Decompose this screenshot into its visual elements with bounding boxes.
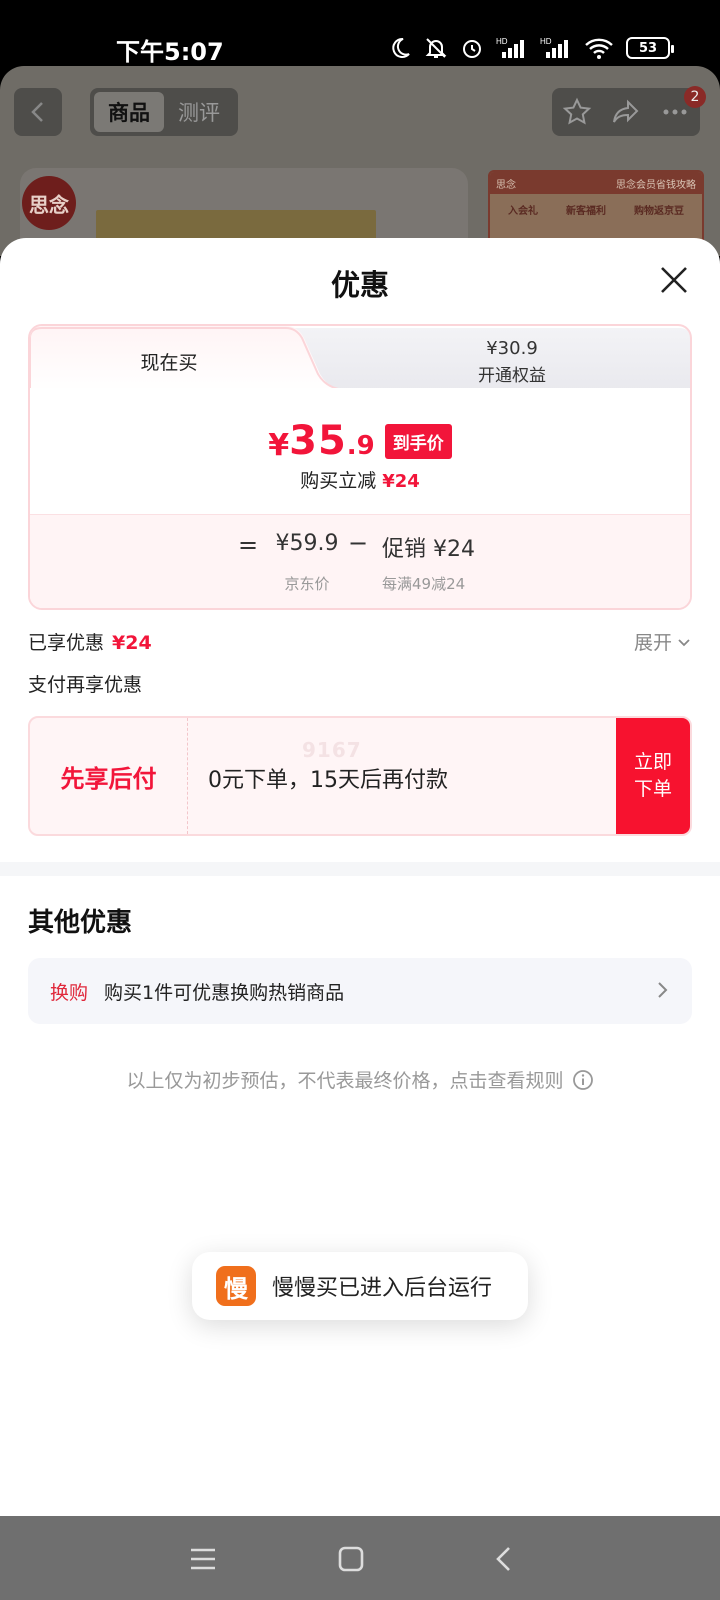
instant-discount-amount: ¥24: [382, 471, 420, 492]
wifi-icon: [585, 38, 613, 59]
instant-discount-label: 购买立减: [300, 470, 377, 492]
order-now-button[interactable]: 立即下单: [616, 718, 690, 834]
back-triangle-icon: [496, 1547, 510, 1571]
promo-item: 购物返京豆: [634, 206, 684, 217]
svg-text:HD: HD: [540, 37, 552, 46]
buy-now-pay-later-card[interactable]: 先享后付 9167 0元下单，15天后再付款 立即下单: [28, 716, 692, 836]
back-nav-button[interactable]: [478, 1534, 528, 1584]
moon-icon: [392, 37, 410, 58]
swap-purchase-item[interactable]: 换购 购买1件可优惠换购热销商品: [28, 958, 692, 1024]
promo-banner-header: 思念 思念会员省钱攻略: [490, 172, 702, 194]
disclaimer-text: 以上仅为初步预估，不代表最终价格，点击查看规则: [126, 1070, 564, 1092]
menu-button[interactable]: [178, 1534, 228, 1584]
notification-badge: 2: [684, 86, 706, 108]
background-product-page: 商品 测评 2 思念 思念 思念会员省钱攻略 入会礼 新客福利 购物返京豆: [0, 66, 720, 256]
manmanmai-app-icon: 慢: [216, 1266, 256, 1306]
toast-text: 慢慢买已进入后台运行: [272, 1276, 493, 1301]
promo-header-text: 思念会员省钱攻略: [616, 179, 696, 191]
promo-item: 入会礼: [508, 206, 538, 217]
swap-tag: 换购: [50, 982, 89, 1004]
chevron-left-icon: [31, 102, 43, 122]
sheet-title: 优惠: [330, 268, 389, 302]
promo-items: 入会礼 新客福利 购物返京豆: [490, 194, 702, 225]
promo-discount: 促销 ¥24: [382, 537, 475, 562]
price-currency: ¥: [268, 427, 290, 463]
price-integer: 35: [289, 418, 347, 464]
brand-logo: 思念: [22, 176, 76, 230]
system-nav-bar: [0, 1516, 720, 1600]
share-icon[interactable]: [611, 97, 641, 127]
signal-hd-icon: HD: [496, 37, 524, 58]
price-card: ¥30.9 开通权益 现在买 ¥ 35 .9 到手价 购买立减¥24 = ¥5: [28, 324, 692, 610]
final-price-tag: 到手价: [384, 423, 452, 459]
swap-description: 购买1件可优惠换购热销商品: [104, 982, 345, 1004]
jd-price-label: 京东价: [284, 575, 330, 593]
bnpl-description: 0元下单，15天后再付款: [208, 768, 448, 793]
bnpl-title: 先享后付: [30, 718, 188, 834]
info-icon: [572, 1069, 593, 1090]
chevron-right-icon: [658, 982, 668, 998]
price-decimal: .9: [346, 431, 375, 461]
product-tabs: 商品 测评: [90, 88, 238, 136]
tab-review[interactable]: 测评: [164, 92, 234, 132]
menu-icon: [191, 1548, 215, 1570]
close-button[interactable]: [654, 260, 694, 300]
section-divider: [0, 862, 720, 876]
home-square-icon: [338, 1546, 364, 1572]
expand-label: 展开: [633, 632, 672, 654]
background-running-toast: 慢 慢慢买已进入后台运行: [192, 1252, 528, 1320]
svg-text:HD: HD: [496, 37, 508, 46]
bell-off-icon: [425, 38, 447, 58]
signal-hd-icon-2: HD: [540, 37, 568, 58]
enjoyed-label: 已享优惠: [28, 632, 105, 654]
tab-buy-now[interactable]: 现在买: [30, 348, 308, 375]
price-formula: = ¥59.9 京东价 − 促销 ¥24 每满49减24: [30, 514, 690, 608]
price-card-body: 现在买 ¥ 35 .9 到手价 购买立减 ¥24 = ¥59.9 京东价 − 促销…: [28, 324, 692, 610]
formula-equals: =: [238, 531, 259, 559]
back-button[interactable]: [14, 88, 62, 136]
star-icon[interactable]: [562, 97, 592, 127]
formula-minus: −: [348, 529, 369, 557]
close-icon: [661, 267, 687, 293]
home-button[interactable]: [326, 1534, 376, 1584]
watermark: 9167: [302, 738, 362, 762]
tab-product[interactable]: 商品: [94, 92, 164, 132]
enjoyed-amount: ¥24: [112, 632, 152, 654]
other-discounts-title: 其他优惠: [28, 908, 133, 938]
alarm-icon: [463, 40, 481, 58]
status-bar: 下午5:07 HD HD 53: [0, 0, 720, 72]
pay-more-discount: 支付再享优惠: [28, 674, 143, 696]
jd-price: ¥59.9: [275, 531, 339, 556]
promo-discount-rule: 每满49减24: [382, 575, 466, 593]
rules-disclaimer[interactable]: 以上仅为初步预估，不代表最终价格，点击查看规则: [0, 1066, 720, 1093]
discount-sheet: 优惠 ¥30.9 开通权益 现在买 ¥ 35 .9 到手价 购买立减 ¥24 =…: [0, 238, 720, 1516]
instant-discount: 购买立减 ¥24: [30, 466, 690, 493]
promo-item: 新客福利: [566, 206, 606, 217]
chevron-down-icon: [678, 638, 690, 646]
final-price: ¥ 35 .9 到手价: [30, 418, 690, 464]
expand-button[interactable]: 展开: [634, 628, 692, 655]
enjoyed-discount: 已享优惠 ¥24: [28, 628, 152, 655]
battery-icon: 53: [626, 37, 674, 59]
status-time: 下午5:07: [116, 38, 224, 66]
status-icons: HD HD 53: [388, 32, 674, 64]
promo-brand: 思念: [496, 179, 516, 191]
battery-level: 53: [638, 40, 658, 56]
header-actions: [552, 88, 700, 136]
